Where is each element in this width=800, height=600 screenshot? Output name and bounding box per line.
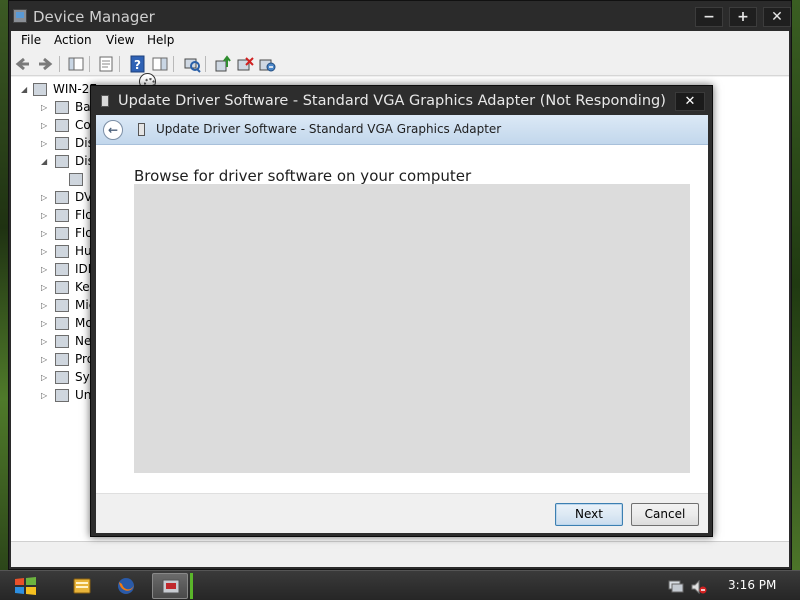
desktop-background-right	[792, 0, 800, 570]
menu-action[interactable]: Action	[54, 33, 92, 47]
dialog-close-button[interactable]: ✕	[675, 92, 705, 111]
network-icon[interactable]	[668, 579, 684, 593]
monitor-icon	[69, 173, 83, 186]
device-manager-icon[interactable]	[152, 573, 188, 599]
update-driver-dialog: Update Driver Software - Standard VGA Gr…	[90, 85, 713, 537]
close-button[interactable]: ✕	[763, 7, 791, 27]
device-manager-app-icon	[13, 9, 27, 23]
file-explorer-icon[interactable]	[64, 573, 100, 599]
dvd-drive-icon	[55, 191, 69, 204]
expand-arrow-icon[interactable]: ▷	[41, 266, 49, 274]
maximize-button[interactable]: +	[729, 7, 757, 27]
expand-arrow-icon[interactable]: ▷	[41, 230, 49, 238]
properties-icon[interactable]	[97, 55, 115, 73]
processor-icon	[55, 353, 69, 366]
wizard-header: ← Update Driver Software - Standard VGA …	[96, 115, 708, 145]
expand-arrow-icon[interactable]: ▷	[41, 302, 49, 310]
volume-muted-icon[interactable]	[691, 579, 707, 595]
expand-arrow-icon[interactable]: ▷	[41, 248, 49, 256]
collapse-arrow-icon[interactable]: ◢	[41, 158, 49, 166]
toolbar-separator	[205, 56, 206, 72]
expand-arrow-icon[interactable]: ▷	[41, 194, 49, 202]
start-orb-icon[interactable]	[14, 575, 38, 597]
computer-icon	[55, 119, 69, 132]
window-title: Device Manager	[33, 8, 155, 26]
next-button[interactable]: Next	[555, 503, 623, 526]
dialog-title: Update Driver Software - Standard VGA Gr…	[118, 93, 666, 109]
collapse-arrow-icon[interactable]: ◢	[21, 86, 29, 94]
cancel-button[interactable]: Cancel	[631, 503, 699, 526]
expand-arrow-icon[interactable]: ▷	[41, 104, 49, 112]
scan-hardware-icon[interactable]	[183, 55, 201, 73]
mouse-icon	[55, 299, 69, 312]
menu-view[interactable]: View	[106, 33, 134, 47]
menu-bar: File Action View Help	[11, 31, 789, 51]
menu-help[interactable]: Help	[147, 33, 174, 47]
battery-icon	[55, 101, 69, 114]
show-hide-console-tree-icon[interactable]	[67, 55, 85, 73]
floppy-controller-icon	[55, 227, 69, 240]
toolbar-separator	[89, 56, 90, 72]
dialog-body: ← Update Driver Software - Standard VGA …	[96, 115, 708, 533]
network-adapter-icon	[55, 335, 69, 348]
system-device-icon	[55, 371, 69, 384]
title-bar[interactable]: Device Manager − + ✕	[9, 1, 791, 31]
update-driver-icon[interactable]	[214, 55, 232, 73]
disk-drive-icon	[55, 137, 69, 150]
toolbar-separator	[173, 56, 174, 72]
usb-icon	[55, 389, 69, 402]
firefox-icon[interactable]	[108, 573, 144, 599]
uninstall-device-icon[interactable]	[258, 55, 276, 73]
toolbar: ?	[11, 52, 789, 76]
display-adapter-icon	[55, 155, 69, 168]
help-icon[interactable]: ?	[129, 55, 147, 73]
monitor-icon	[55, 317, 69, 330]
minimize-button[interactable]: −	[695, 7, 723, 27]
computer-icon	[33, 83, 47, 96]
graphics-adapter-icon	[138, 123, 145, 136]
action-pane-icon[interactable]	[151, 55, 169, 73]
expand-arrow-icon[interactable]: ▷	[41, 320, 49, 328]
disable-device-icon[interactable]	[236, 55, 254, 73]
floppy-disk-icon	[55, 209, 69, 222]
expand-arrow-icon[interactable]: ▷	[41, 284, 49, 292]
toolbar-separator	[59, 56, 60, 72]
expand-arrow-icon[interactable]: ▷	[41, 338, 49, 346]
menu-file[interactable]: File	[21, 33, 41, 47]
back-button[interactable]: ←	[103, 120, 123, 140]
taskbar-highlight	[190, 573, 193, 599]
hid-icon	[55, 245, 69, 258]
back-arrow-icon[interactable]	[14, 55, 32, 73]
forward-arrow-icon[interactable]	[36, 55, 54, 73]
toolbar-separator	[119, 56, 120, 72]
expand-arrow-icon[interactable]: ▷	[41, 392, 49, 400]
expand-arrow-icon[interactable]: ▷	[41, 122, 49, 130]
expand-arrow-icon[interactable]: ▷	[41, 140, 49, 148]
wizard-header-title: Update Driver Software - Standard VGA Gr…	[156, 122, 502, 136]
expand-arrow-icon[interactable]: ▷	[41, 356, 49, 364]
desktop-background	[0, 0, 8, 570]
dialog-title-icon	[101, 95, 109, 107]
ide-controller-icon	[55, 263, 69, 276]
wizard-content-placeholder	[134, 184, 690, 473]
expand-arrow-icon[interactable]: ▷	[41, 212, 49, 220]
svg-text:?: ?	[134, 58, 141, 72]
system-clock[interactable]: 3:16 PM	[728, 578, 776, 592]
page-heading: Browse for driver software on your compu…	[134, 167, 472, 185]
status-bar	[11, 541, 789, 567]
keyboard-icon	[55, 281, 69, 294]
dialog-footer: Next Cancel	[96, 493, 708, 533]
expand-arrow-icon[interactable]: ▷	[41, 374, 49, 382]
taskbar: 3:16 PM	[0, 570, 800, 600]
